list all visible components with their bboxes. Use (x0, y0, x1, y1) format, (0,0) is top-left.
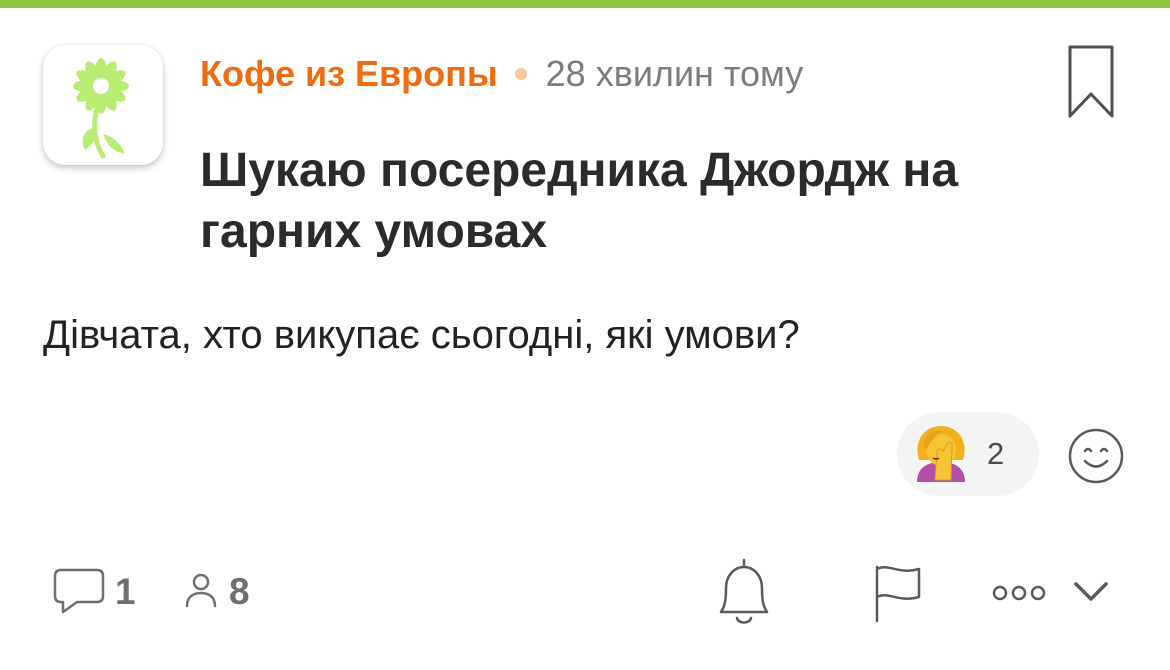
person-icon (183, 570, 219, 615)
add-reaction-smile-icon[interactable] (1066, 426, 1126, 491)
post-title[interactable]: Шукаю посередника Джордж на гарних умова… (200, 140, 1130, 262)
author-name[interactable]: Кофе из Европы (200, 53, 498, 95)
post-meta: Кофе из Европы 28 хвилин тому (200, 52, 803, 96)
flag-icon[interactable] (869, 563, 925, 628)
comment-icon (53, 566, 105, 619)
bell-icon[interactable] (711, 556, 777, 635)
post-time: 28 хвилин тому (545, 53, 804, 94)
bookmark-icon[interactable] (1066, 44, 1116, 125)
post-body: Дівчата, хто викупає сьогодні, які умови… (43, 313, 800, 357)
chevron-down-icon[interactable] (1072, 578, 1110, 611)
more-icon[interactable] (991, 583, 1047, 608)
group-avatar[interactable] (43, 45, 163, 165)
top-accent-bar (0, 0, 1170, 8)
reaction-count: 2 (987, 436, 1005, 471)
participants-stat[interactable]: 8 (183, 568, 250, 616)
face-palm-emoji-icon (911, 422, 971, 487)
participants-count: 8 (229, 571, 250, 612)
reaction-pill[interactable]: 2 (897, 412, 1039, 496)
separator-dot (514, 68, 527, 80)
comments-count: 1 (115, 571, 136, 612)
flower-logo-icon (61, 48, 145, 163)
comments-stat[interactable]: 1 (53, 568, 136, 616)
